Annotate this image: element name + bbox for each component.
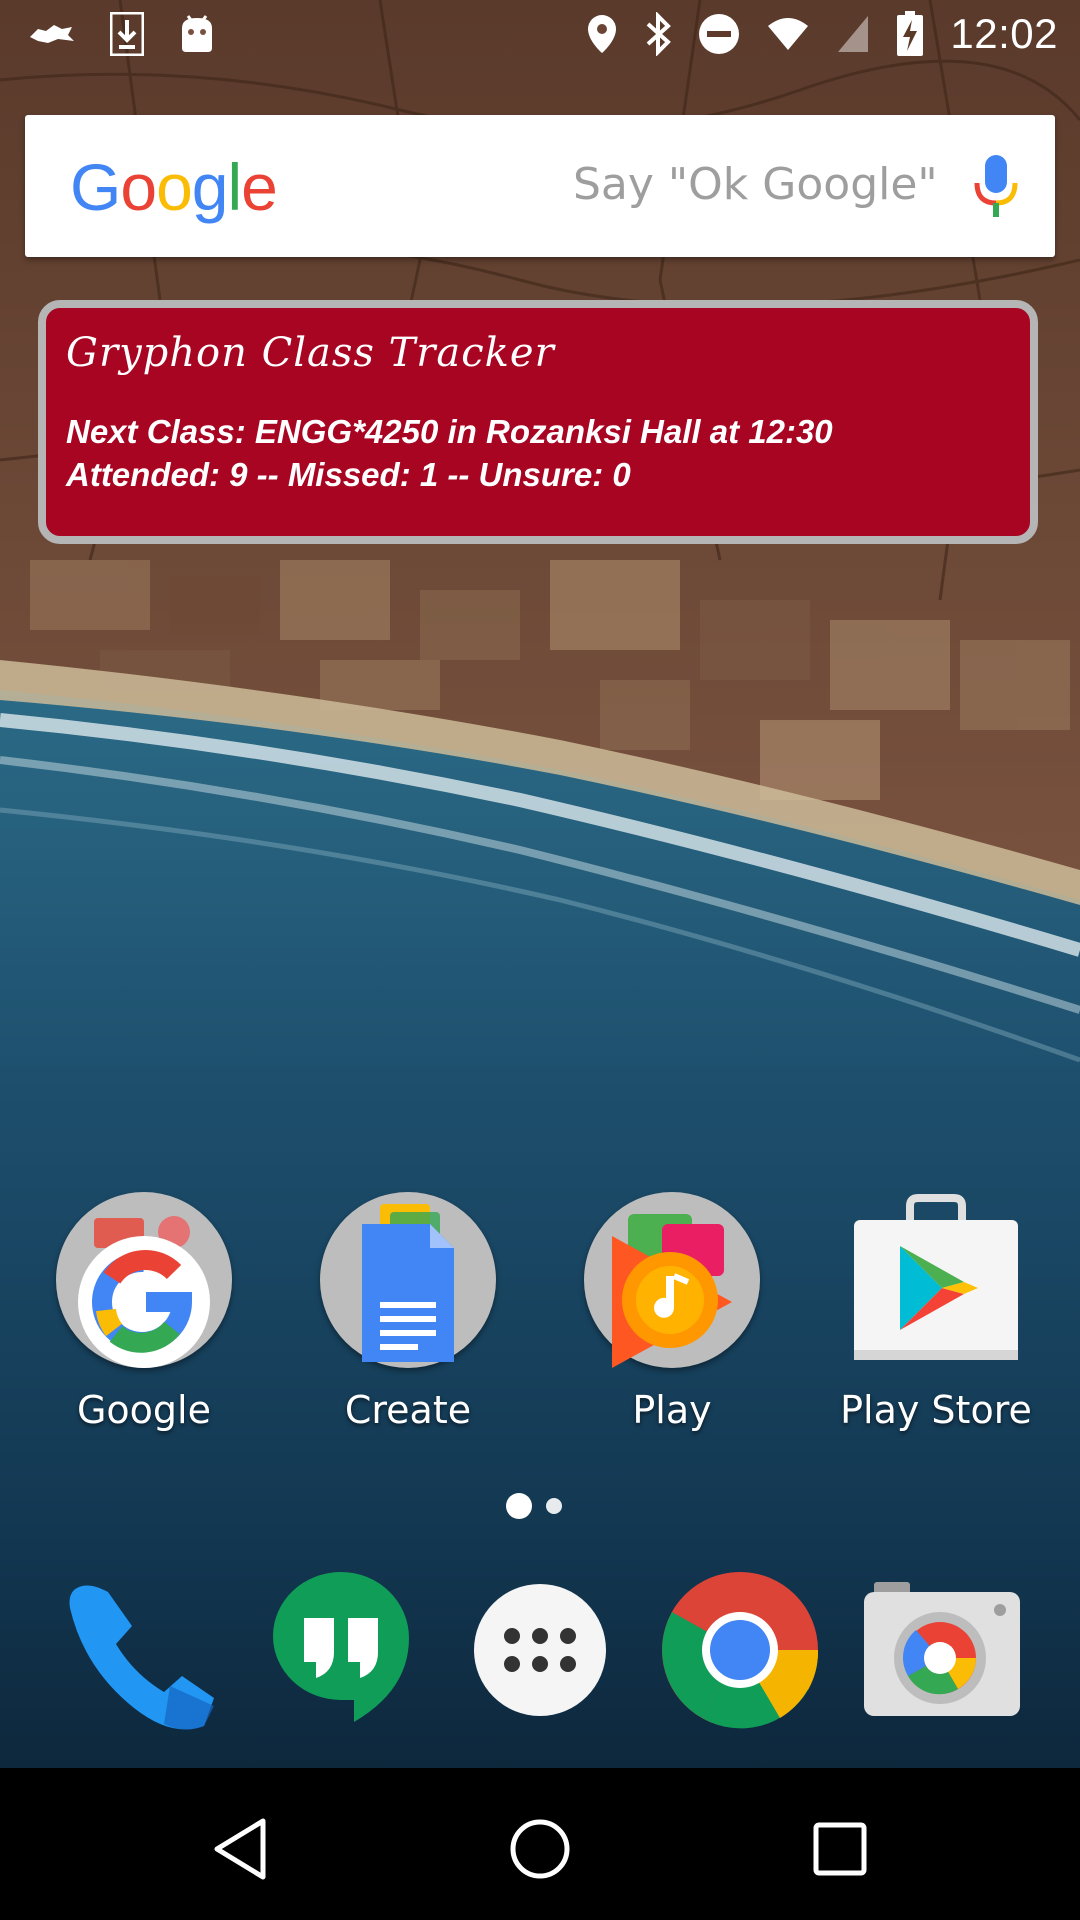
mic-icon[interactable]: [971, 153, 1021, 224]
bluetooth-icon: [644, 12, 672, 56]
wifi-icon: [766, 16, 810, 52]
attendance-text: Attended: 9 -- Missed: 1 -- Unsure: 0: [66, 456, 631, 493]
recents-icon[interactable]: [795, 1804, 885, 1894]
docs-folder-icon: [318, 1190, 498, 1370]
android-icon: [178, 14, 216, 54]
app-google-folder[interactable]: Google: [44, 1190, 244, 1450]
app-label: Play Store: [840, 1388, 1032, 1432]
google-logo-letter: e: [241, 150, 278, 224]
chrome-icon[interactable]: [656, 1568, 826, 1738]
class-tracker-widget[interactable]: Gryphon Class Tracker Next Class: ENGG*4…: [38, 300, 1038, 544]
google-logo-letter: o: [120, 150, 157, 224]
google-logo-letter: l: [227, 150, 243, 224]
next-class-text: Next Class: ENGG*4250 in Rozanksi Hall a…: [66, 413, 833, 450]
app-play-store[interactable]: Play Store: [836, 1190, 1036, 1450]
google-logo-letter: g: [191, 150, 229, 224]
back-icon[interactable]: [196, 1804, 286, 1894]
widget-title: Gryphon Class Tracker: [66, 330, 555, 376]
page-dot-active[interactable]: [506, 1493, 532, 1519]
location-icon: [586, 13, 618, 55]
google-folder-icon: [54, 1190, 234, 1370]
google-logo: Google: [70, 149, 278, 225]
hangouts-icon[interactable]: [256, 1568, 426, 1738]
battery-charging-icon: [896, 11, 924, 57]
navigation-bar: [0, 1768, 1080, 1920]
camera-icon[interactable]: [856, 1568, 1026, 1738]
app-drawer-icon[interactable]: [456, 1568, 626, 1738]
do-not-disturb-icon: [698, 13, 740, 55]
app-logo-icon: [28, 19, 76, 49]
play-store-icon: [846, 1190, 1026, 1370]
no-sim-icon: [836, 14, 870, 54]
google-logo-letter: o: [156, 150, 193, 224]
app-label: Play: [632, 1388, 712, 1432]
app-label: Create: [344, 1388, 472, 1432]
status-time: 12:02: [950, 10, 1058, 57]
phone-icon[interactable]: [54, 1568, 224, 1738]
app-play-folder[interactable]: Play: [572, 1190, 772, 1450]
download-icon: [110, 12, 144, 56]
search-hint: Say "Ok Google": [573, 159, 938, 210]
status-bar: 12:02: [0, 0, 1080, 72]
home-icon[interactable]: [495, 1804, 585, 1894]
play-folder-icon: [582, 1190, 762, 1370]
app-label: Google: [76, 1388, 211, 1432]
page-dot[interactable]: [546, 1498, 562, 1514]
google-search-bar[interactable]: Google Say "Ok Google": [25, 115, 1055, 257]
google-logo-letter: G: [70, 150, 121, 224]
page-indicator[interactable]: [506, 1493, 562, 1519]
app-create-folder[interactable]: Create: [308, 1190, 508, 1450]
